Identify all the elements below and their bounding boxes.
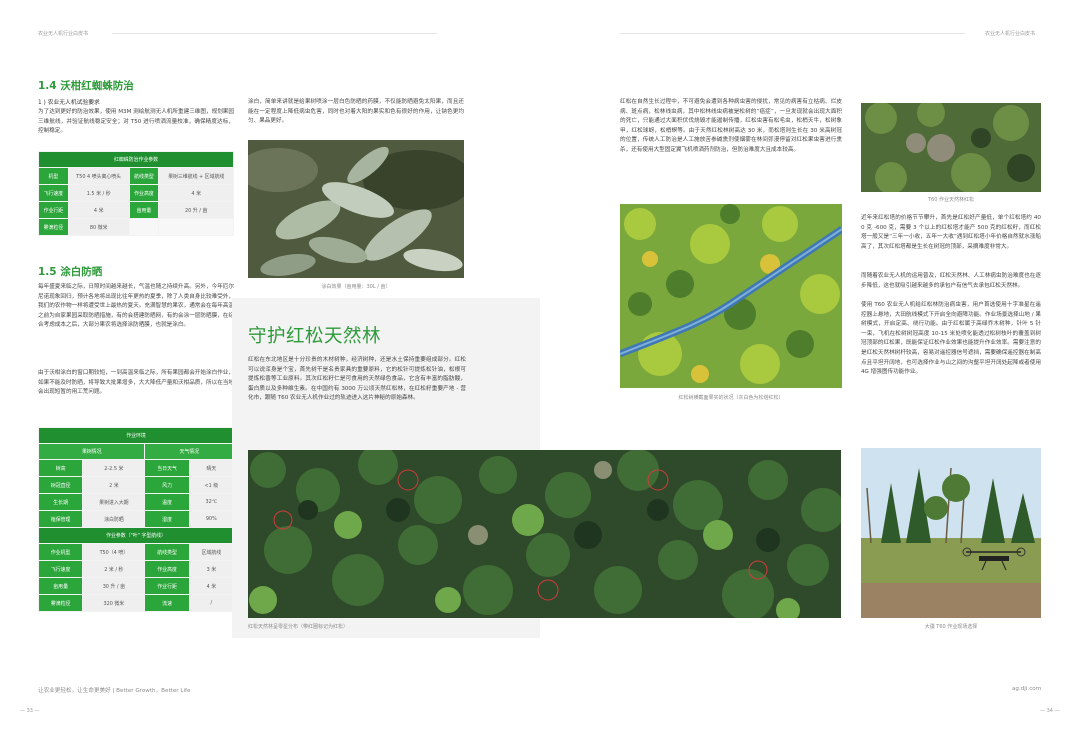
t60-site-photo: [861, 448, 1041, 618]
pine-contract-paragraph: 而随着农业无人机的运用普及，红松天然林、人工林病虫防治难度也在逐步降低，这也就吸…: [861, 273, 1041, 289]
table-row: 植保管理 涂白防晒 湿度 90%: [39, 511, 233, 527]
whitewash-paragraph: 涂白，简单来讲就是给果树喷涂一层白色防晒的药膜，不仅能防晒避免太阳果，而且还能在…: [248, 99, 464, 125]
table-title: 红蜘蛛防治作业参数: [39, 152, 233, 167]
table-cell: 生长期: [39, 494, 83, 510]
table-cell-empty: [159, 219, 233, 235]
table-cell: 30 升 / 亩: [83, 578, 145, 594]
table-row: 雾滴粒径 320 微米 流速 /: [39, 595, 233, 611]
table-title: 作业环境: [39, 428, 233, 443]
table-cell: 果树三维航线 + 区域航线: [159, 168, 233, 184]
table-cell: 作业机型: [39, 544, 83, 560]
table-subhead: 天气情况: [145, 444, 233, 459]
table-row: 飞行速度 1.5 米 / 秒 作业高度 4 米: [39, 185, 233, 201]
table-cell: 风力: [145, 477, 189, 493]
table-cell: 晴天: [189, 460, 233, 476]
section-subheading: 1 ) 农业无人机试验要求: [38, 100, 100, 106]
red-spider-params-table: 红蜘蛛防治作业参数 机型 T50 4 喷头离心喷头 航线类型 果树三维航线 + …: [38, 151, 234, 236]
table-cell: T50（4 喷）: [83, 544, 145, 560]
table-row: 树冠直径 2 米 风力 <1 级: [39, 477, 233, 493]
t60-operation-paragraph: 使用 T60 农业无人机给红松林防治病虫害，用户首选使用十字准星在遥控器上悬地，…: [861, 302, 1041, 376]
table-cell: 温度: [145, 494, 189, 510]
table-cell: 流速: [145, 595, 189, 611]
table-row: 作业机型 T50（4 喷） 航线类型 区域航线: [39, 544, 233, 560]
river-photo-caption: 红松树横截面果实的状况（灰白色为松塔红松）: [678, 395, 784, 401]
pine-pest-paragraph: 红松在自然生长过程中，不可避免会遭到各种病虫害的侵扰，常见的病害有立枯病、烂皮病…: [620, 99, 842, 153]
table-cell: 作业高度: [145, 561, 189, 577]
table-cell: 2 米: [83, 477, 145, 493]
pine-forest-aerial-photo: [248, 450, 841, 618]
header-left-title: 农业无人机行业白皮书: [38, 31, 89, 37]
table-cell: 雾滴粒径: [39, 219, 68, 235]
table-cell: 树高: [39, 460, 83, 476]
section-1-4-paragraph: 为了达到更好的防治效果，使用 M3M 测绘航测无人机所重建三维图，规划果园三维航…: [38, 109, 234, 135]
table-cell: 飞行速度: [39, 185, 68, 201]
feature-paragraph: 红松在东北地区是十分珍贵的木材树种，经济树种，还是水土保持重要组成部分。红松可以…: [248, 357, 466, 402]
table-row: 机型 T50 4 喷头离心喷头 航线类型 果树三维航线 + 区域航线: [39, 168, 233, 184]
whitewash-params-table: 作业环境 果树情况 天气情况 树高 2-2.5 米 当日天气 晴天 树冠直径 2…: [38, 427, 234, 612]
table-cell: 亩用量: [129, 202, 159, 218]
table-cell: 涂白防晒: [83, 511, 145, 527]
page-number-left: — 33 —: [20, 708, 40, 714]
table-cell-empty: [129, 219, 159, 235]
table-row: 生长期 果树进入大期 温度 32℃: [39, 494, 233, 510]
table-cell: 作业高度: [129, 185, 159, 201]
table-row: 作业行距 4 米 亩用量 20 升 / 亩: [39, 202, 233, 218]
t60-forest-photo: [861, 103, 1041, 192]
table-cell: <1 级: [189, 477, 233, 493]
table-cell: 3 米: [189, 561, 233, 577]
table-row: 亩用量 30 升 / 亩 作业行距 4 米: [39, 578, 233, 594]
table-cell: 80 微米: [68, 219, 129, 235]
t60-forest-caption: T60 作业天然林红松: [927, 197, 974, 203]
table-cell: 亩用量: [39, 578, 83, 594]
table-cell: 区域航线: [189, 544, 233, 560]
table-cell: 湿度: [145, 511, 189, 527]
table-cell: 20 升 / 亩: [159, 202, 233, 218]
table-cell: /: [189, 595, 233, 611]
pine-cone-price-paragraph: 近年来红松塔的价格节节攀升，首先是红松好产量低，单个红松塔约 400 克 -60…: [861, 215, 1041, 250]
section-1-5-paragraph-1: 每年盛夏来临之际，日照时间越来越长，气温也随之持续升高。另外，今年厄尔尼诺现象回…: [38, 284, 234, 329]
header-right-title: 农业无人机行业白皮书: [985, 31, 1036, 37]
footer-url[interactable]: ag.dji.com: [1012, 686, 1041, 692]
feature-title: 守护红松天然林: [248, 326, 382, 347]
section-1-5-paragraph-2: 由于沃柑涂白的窗口期较短，一到高温来临之际，所有果园都会开始涂白作业，如果不能及…: [38, 370, 234, 396]
table-cell: 飞行速度: [39, 561, 83, 577]
table-cell: T50 4 喷头离心喷头: [68, 168, 129, 184]
table-cell: 4 米: [68, 202, 129, 218]
footer-slogan: 让农业更轻松，让生命更美好 | Better Growth，Better Lif…: [38, 688, 191, 694]
table-cell: 机型: [39, 168, 68, 184]
table-cell: 1.5 米 / 秒: [68, 185, 129, 201]
table-cell: 320 微米: [83, 595, 145, 611]
whitewash-photo-caption: 涂白效果（亩用量：30L / 亩）: [321, 284, 391, 290]
table-cell: 4 米: [159, 185, 233, 201]
table-cell: 90%: [189, 511, 233, 527]
whitewash-leaves-photo: [248, 140, 464, 278]
table-cell: 4 米: [189, 578, 233, 594]
table-cell: 2-2.5 米: [83, 460, 145, 476]
table-cell: 植保管理: [39, 511, 83, 527]
table-row: 树高 2-2.5 米 当日天气 晴天: [39, 460, 233, 476]
table-cell: 作业行距: [39, 202, 68, 218]
table-cell: 32℃: [189, 494, 233, 510]
t60-site-caption: 大疆 T60 作业现场选择: [924, 624, 978, 630]
header-divider-right: [620, 33, 965, 34]
table-cell: 作业行距: [145, 578, 189, 594]
table-row: 飞行速度 2 米 / 秒 作业高度 3 米: [39, 561, 233, 577]
table-cell: 树冠直径: [39, 477, 83, 493]
page-number-right: — 34 —: [1040, 708, 1060, 714]
table-section-title: 作业参数（"叶" 字型航线）: [39, 528, 233, 543]
header-divider-left: [112, 33, 437, 34]
river-forest-aerial-photo: [620, 204, 842, 388]
table-cell: 果树进入大期: [83, 494, 145, 510]
section-heading-1-4: 1.4 沃柑红蜘蛛防治: [38, 80, 134, 92]
table-cell: 航线类型: [129, 168, 159, 184]
table-cell: 航线类型: [145, 544, 189, 560]
section-heading-1-5: 1.5 涂白防晒: [38, 266, 103, 278]
table-cell: 2 米 / 秒: [83, 561, 145, 577]
table-cell: 当日天气: [145, 460, 189, 476]
pine-forest-caption: 红松天然林呈零星分布（带红圈标记为红松）: [248, 624, 349, 630]
table-cell: 雾滴粒径: [39, 595, 83, 611]
table-row: 雾滴粒径 80 微米: [39, 219, 233, 235]
table-subhead: 果树情况: [39, 444, 145, 459]
